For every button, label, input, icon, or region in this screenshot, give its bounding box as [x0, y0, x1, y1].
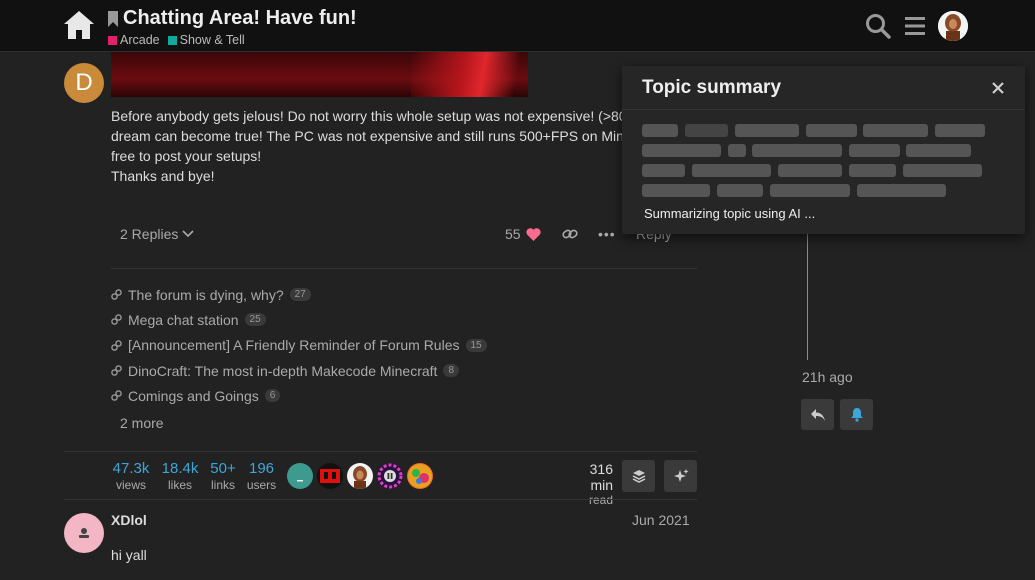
skeleton-line: [642, 124, 678, 137]
skeleton-line: [735, 124, 799, 137]
participant-avatar[interactable]: [347, 463, 373, 489]
divider: [64, 451, 697, 452]
skeleton-line: [685, 124, 728, 137]
related-link-item[interactable]: [Announcement] A Friendly Reminder of Fo…: [111, 333, 487, 358]
timeline-notification-button[interactable]: [840, 399, 873, 430]
skeleton-line: [642, 184, 710, 197]
search-icon[interactable]: [865, 13, 891, 39]
reply-post-body: hi yall: [111, 547, 147, 563]
site-header: Chatting Area! Have fun! Arcade Show & T…: [0, 0, 1035, 52]
stat-likes[interactable]: 18.4k likes: [160, 460, 200, 492]
reply-post-date[interactable]: Jun 2021: [632, 512, 690, 528]
read-time: 316 min read: [588, 461, 613, 507]
related-links-list: The forum is dying, why? 27 Mega chat st…: [111, 282, 487, 408]
timeline-date[interactable]: 21h ago: [802, 369, 853, 385]
category-color-swatch: [108, 35, 117, 45]
click-count-badge: 6: [264, 389, 281, 403]
stat-users[interactable]: 196 users: [245, 460, 278, 492]
post-author-avatar[interactable]: D: [64, 63, 104, 103]
skeleton-line: [935, 124, 985, 137]
link-icon: [111, 289, 122, 300]
skeleton-line: [849, 144, 900, 157]
click-count-badge: 15: [465, 338, 487, 352]
home-icon[interactable]: [62, 9, 96, 41]
summary-title: Topic summary: [642, 77, 782, 98]
participant-avatar-image: [377, 463, 403, 489]
category-color-swatch: [167, 35, 177, 45]
like-button[interactable]: 55: [505, 226, 541, 242]
sparkle-icon: [673, 469, 688, 482]
related-link-item[interactable]: The forum is dying, why? 27: [111, 282, 487, 307]
category-list: Arcade Show & Tell: [108, 33, 357, 47]
hamburger-menu-icon[interactable]: [903, 15, 927, 37]
divider: [111, 268, 697, 269]
skeleton-line: [642, 164, 685, 177]
participant-avatar[interactable]: [407, 463, 433, 489]
layers-icon: [632, 470, 645, 483]
participant-avatar-image: [320, 469, 340, 483]
skeleton-line: [863, 124, 928, 137]
click-count-badge: 25: [244, 313, 266, 327]
reply-author-name[interactable]: XDlol: [111, 512, 147, 528]
reply-author-avatar[interactable]: [64, 513, 104, 553]
divider: [64, 499, 697, 500]
replies-toggle-button[interactable]: 2 Replies: [120, 226, 194, 242]
related-link-item[interactable]: Mega chat station 25: [111, 307, 487, 332]
ai-summarize-button[interactable]: [664, 460, 697, 492]
reply-arrow-icon: [810, 408, 825, 421]
user-avatar-image: [938, 11, 968, 41]
category-show-and-tell[interactable]: Show & Tell: [167, 33, 245, 47]
stat-links[interactable]: 50+ links: [208, 460, 238, 492]
timeline-reply-button[interactable]: [801, 399, 834, 430]
more-links-button[interactable]: 2 more: [120, 415, 164, 431]
skeleton-line: [728, 144, 746, 157]
related-link-item[interactable]: Comings and Goings 6: [111, 383, 487, 408]
skeleton-line: [642, 144, 721, 157]
close-icon[interactable]: [991, 81, 1005, 95]
stat-views: 47.3k views: [112, 460, 150, 492]
post-image[interactable]: [111, 52, 528, 97]
bookmark-icon[interactable]: [108, 10, 118, 27]
skeleton-line: [752, 144, 842, 157]
link-icon: [111, 390, 122, 402]
related-link-item[interactable]: DinoCraft: The most in-depth Makecode Mi…: [111, 358, 487, 383]
post-body: Before anybody gets jelous! Do not worry…: [111, 108, 641, 184]
skeleton-line: [906, 144, 971, 157]
user-avatar[interactable]: [938, 11, 968, 41]
summary-divider: [622, 109, 1025, 110]
summary-status: Summarizing topic using AI ...: [644, 206, 816, 221]
bell-icon: [850, 408, 863, 422]
category-arcade[interactable]: Arcade: [108, 33, 160, 47]
participant-avatar[interactable]: [377, 463, 403, 489]
participant-avatar[interactable]: [317, 463, 343, 489]
link-icon: [111, 339, 122, 351]
participant-avatar-image: [297, 480, 303, 482]
link-icon: [111, 314, 122, 326]
skeleton-line: [903, 164, 982, 177]
heart-icon: [525, 227, 541, 241]
skeleton-line: [770, 184, 850, 197]
top-replies-button[interactable]: [622, 460, 655, 492]
topic-header: Chatting Area! Have fun! Arcade Show & T…: [108, 7, 357, 47]
skeleton-line: [857, 184, 946, 197]
link-icon: [111, 365, 122, 376]
skeleton-line: [692, 164, 771, 177]
topic-summary-panel: Topic summary Summarizing topic using AI…: [622, 66, 1025, 234]
avatar-figure-icon: [79, 528, 89, 538]
chevron-down-icon: [182, 230, 194, 238]
skeleton-line: [778, 164, 842, 177]
click-count-badge: 27: [289, 288, 311, 302]
skeleton-line: [849, 164, 896, 177]
more-actions-button[interactable]: •••: [598, 226, 616, 242]
skeleton-line: [717, 184, 763, 197]
participant-avatar-image: [353, 466, 367, 489]
topic-title[interactable]: Chatting Area! Have fun!: [123, 7, 357, 30]
skeleton-line: [806, 124, 857, 137]
participant-avatar-image: [408, 464, 432, 488]
timeline-scrollbar[interactable]: [807, 232, 808, 360]
click-count-badge: 8: [443, 364, 459, 378]
share-link-icon[interactable]: [562, 227, 578, 241]
participant-avatar[interactable]: [287, 463, 313, 489]
